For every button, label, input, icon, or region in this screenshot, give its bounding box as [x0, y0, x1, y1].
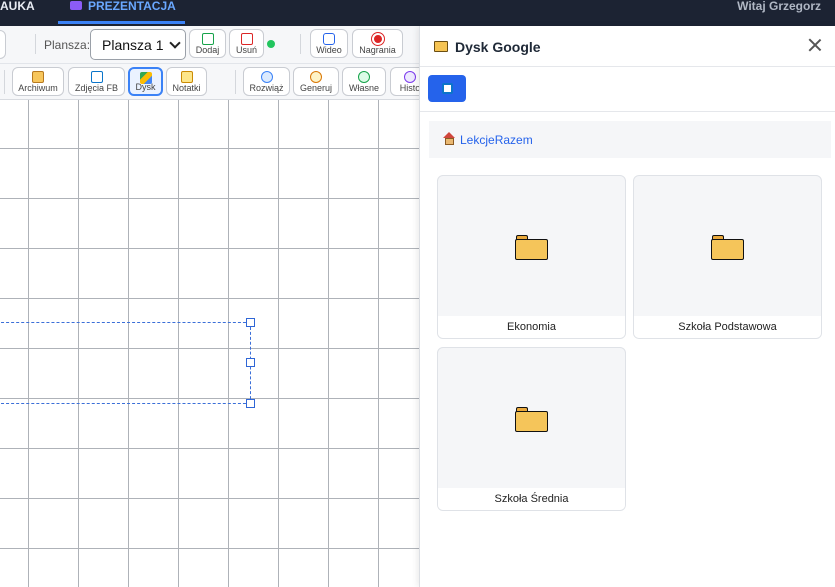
delete-icon [240, 33, 253, 45]
resize-handle[interactable] [246, 358, 255, 367]
folder-icon [515, 235, 548, 260]
folder-name: Szkoła Podstawowa [634, 316, 821, 338]
folder-card[interactable]: Ekonomia [437, 175, 626, 339]
refresh-icon [442, 83, 453, 94]
add-icon [201, 33, 214, 45]
camera-icon [90, 71, 103, 83]
toolbar-divider [35, 34, 36, 54]
panel-divider [420, 111, 835, 112]
video-label: Wideo [316, 45, 342, 55]
ai-generate-label: Generuj [299, 83, 333, 93]
toolbar-divider [4, 70, 5, 94]
resize-handle[interactable] [246, 318, 255, 327]
folder-icon [434, 41, 448, 52]
tab-prezentacja-label: PREZENTACJA [88, 0, 176, 13]
top-navbar: AUKA PREZENTACJA Witaj Grzegorz [0, 0, 835, 26]
delete-board-button[interactable]: Usuń [229, 29, 264, 58]
refresh-button[interactable] [428, 75, 466, 102]
status-indicator-dot [267, 40, 275, 48]
delete-board-label: Usuń [235, 45, 257, 55]
toolbar-divider [300, 34, 301, 54]
board-toolbar: Plansza: Plansza 1 Dodaj Usuń Wideo Nagr… [0, 26, 420, 64]
ai-icon [260, 71, 273, 83]
archive-label: Archiwum [18, 83, 58, 93]
folder-icon [515, 407, 548, 432]
notes-icon [180, 71, 193, 83]
user-greeting: Witaj Grzegorz [737, 0, 821, 13]
breadcrumb: LekcjeRazem [429, 121, 831, 158]
facebook-photos-label: Zdjęcia FB [74, 83, 118, 93]
plansza-label: Plansza: [44, 38, 91, 52]
notes-button[interactable]: Notatki [166, 67, 207, 96]
folder-name: Szkoła Średnia [438, 488, 625, 510]
plansza-select-value: Plansza 1 [102, 37, 164, 53]
folder-icon [711, 235, 744, 260]
home-icon[interactable] [443, 132, 456, 145]
recordings-label: Nagrania [359, 45, 396, 55]
ai-solve-button[interactable]: Rozwiąż [243, 67, 290, 96]
panel-header: Dysk Google [420, 26, 835, 67]
folder-card[interactable]: Szkoła Średnia [437, 347, 626, 511]
video-camera-icon [323, 33, 335, 45]
record-icon [371, 33, 384, 45]
add-board-button[interactable]: Dodaj [189, 29, 226, 58]
facebook-photos-button[interactable]: Zdjęcia FB [68, 67, 125, 96]
ai-solve-label: Rozwiąż [249, 83, 284, 93]
active-tab-indicator [58, 21, 185, 24]
tools-toolbar: Archiwum Zdjęcia FB Dysk Notatki Rozwiąż… [0, 64, 430, 100]
close-icon[interactable] [808, 38, 822, 52]
ai-generate-button[interactable]: Generuj [293, 67, 339, 96]
ai-icon [310, 71, 322, 83]
ai-custom-label: Własne [348, 83, 379, 93]
drive-label: Dysk [135, 82, 156, 92]
toolbar-divider [235, 70, 236, 94]
notes-label: Notatki [172, 83, 201, 93]
panel-title: Dysk Google [455, 39, 541, 55]
ai-icon [404, 71, 416, 83]
folder-name: Ekonomia [438, 316, 625, 338]
chevron-down-icon [169, 37, 181, 49]
breadcrumb-link[interactable]: LekcjeRazem [460, 133, 533, 147]
tab-prezentacja[interactable]: PREZENTACJA [58, 0, 185, 26]
archive-icon [32, 71, 44, 83]
add-board-label: Dodaj [195, 45, 220, 55]
google-drive-panel: Dysk Google LekcjeRazem Ekonomia Szkoła … [419, 26, 835, 587]
drive-button[interactable]: Dysk [128, 67, 163, 96]
recordings-button[interactable]: Nagrania [352, 29, 403, 58]
folder-card[interactable]: Szkoła Podstawowa [633, 175, 822, 339]
ai-custom-button[interactable]: Własne [342, 67, 386, 96]
plansza-select[interactable]: Plansza 1 [90, 29, 186, 60]
resize-handle[interactable] [246, 399, 255, 408]
selection-box[interactable] [0, 322, 251, 404]
ai-icon [358, 71, 370, 83]
tab-nauka[interactable]: AUKA [0, 0, 35, 26]
video-button[interactable]: Wideo [310, 29, 348, 58]
toolbar-button-partial[interactable] [0, 30, 6, 59]
archive-button[interactable]: Archiwum [12, 67, 64, 96]
presentation-icon [70, 1, 82, 10]
